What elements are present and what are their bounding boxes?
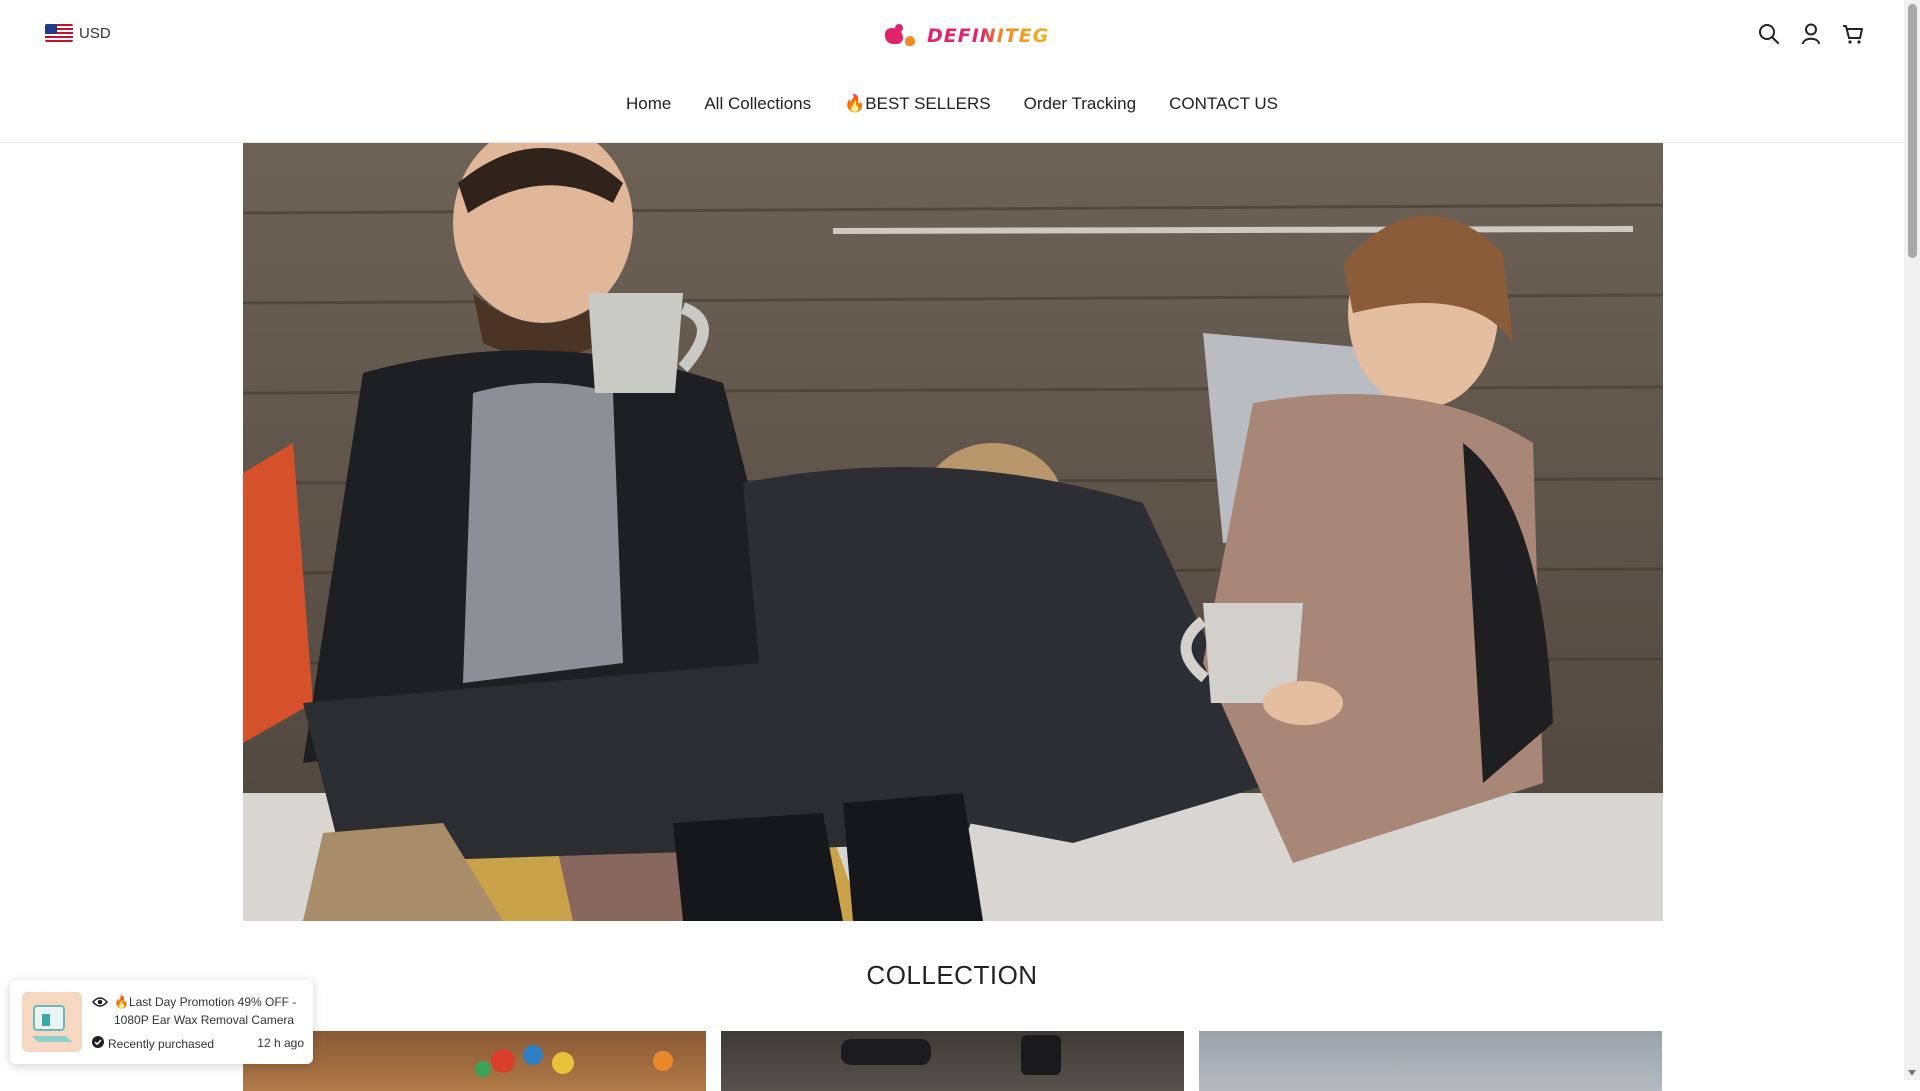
logo-text: DEFINITEG [927, 25, 1050, 47]
nav-home[interactable]: Home [626, 94, 671, 114]
header-icons [1758, 22, 1864, 46]
page-scrollbar[interactable] [1904, 0, 1920, 1080]
search-icon[interactable] [1758, 22, 1780, 46]
nav-all-collections[interactable]: All Collections [704, 94, 811, 114]
popup-product-title: 🔥Last Day Promotion 49% OFF - 1080P Ear … [114, 995, 297, 1027]
eye-icon [91, 993, 109, 1013]
currency-selector[interactable]: USD [45, 24, 111, 42]
popup-status: Recently purchased [108, 1036, 215, 1051]
site-header: USD DEFINITEG Home All Collections 🔥BEST… [0, 0, 1904, 143]
nav-contact-us[interactable]: CONTACT US [1169, 94, 1278, 114]
nav-order-tracking[interactable]: Order Tracking [1024, 94, 1136, 114]
currency-label: USD [79, 24, 111, 42]
scroll-down-arrow-icon[interactable] [1908, 1070, 1916, 1076]
account-icon[interactable] [1800, 22, 1822, 46]
nav-best-sellers[interactable]: 🔥BEST SELLERS [844, 94, 991, 114]
main-nav: Home All Collections 🔥BEST SELLERS Order… [0, 94, 1904, 114]
product-thumbnail [22, 992, 82, 1052]
us-flag-icon [45, 24, 73, 42]
hero-banner-image[interactable] [243, 143, 1663, 921]
check-circle-icon [92, 1036, 104, 1051]
scrollbar-thumb[interactable] [1908, 4, 1917, 258]
recent-purchase-popup[interactable]: 🔥Last Day Promotion 49% OFF - 1080P Ear … [10, 980, 313, 1064]
collection-tile-3[interactable] [1199, 1031, 1662, 1091]
popup-time: 12 h ago [257, 1036, 304, 1050]
collection-tile-2[interactable] [721, 1031, 1184, 1091]
cart-icon[interactable] [1842, 22, 1864, 46]
site-logo[interactable]: DEFINITEG [883, 22, 1049, 50]
logo-mark-icon [883, 22, 917, 50]
